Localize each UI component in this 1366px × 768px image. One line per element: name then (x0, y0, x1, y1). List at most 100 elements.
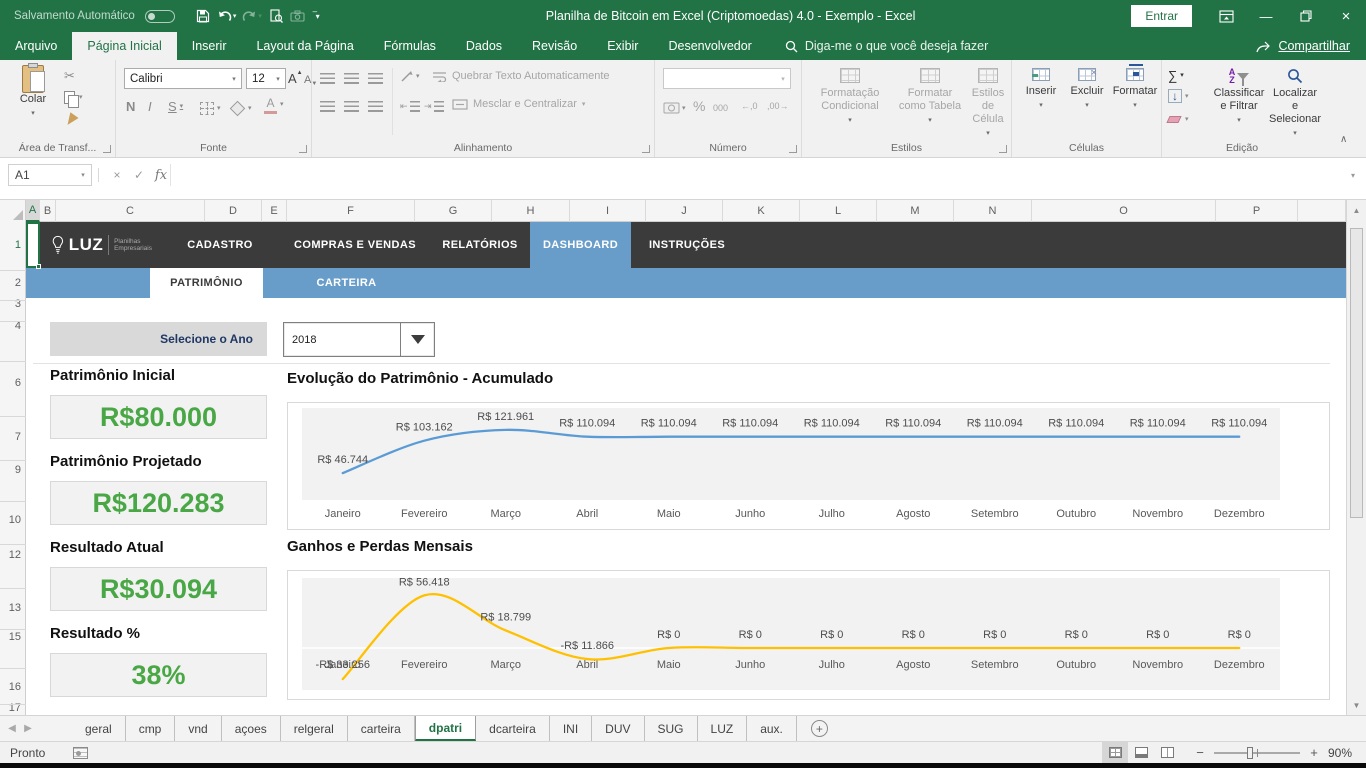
macro-record-icon[interactable] (73, 747, 88, 759)
ribbon-tab-arquivo[interactable]: Arquivo (0, 32, 72, 60)
column-header-J[interactable]: J (646, 200, 723, 222)
column-header-M[interactable]: M (877, 200, 954, 222)
sheet-tab-vnd[interactable]: vnd (175, 716, 221, 741)
sort-filter-button[interactable]: AZ Classificar e Filtrar▾ (1210, 68, 1268, 127)
sheet-tab-LUZ[interactable]: LUZ (698, 716, 748, 741)
align-right-button[interactable] (368, 96, 383, 116)
ribbon-tab-dados[interactable]: Dados (451, 32, 517, 60)
column-header-B[interactable]: B (40, 200, 56, 222)
cancel-icon[interactable]: × (106, 164, 128, 186)
nav-item-relatórios[interactable]: RELATÓRIOS (430, 222, 530, 268)
row-header-9[interactable]: 9 (15, 464, 21, 476)
name-box[interactable]: A1▾ (8, 164, 92, 186)
zoom-in-icon[interactable]: + (1308, 745, 1320, 760)
column-header-L[interactable]: L (800, 200, 877, 222)
sheet-nav-right-icon[interactable]: ▶ (20, 716, 36, 741)
decrease-indent-button[interactable]: ⇤ (400, 96, 420, 116)
sheet-tab-carteira[interactable]: carteira (348, 716, 415, 741)
row-header-6[interactable]: 6 (15, 377, 21, 389)
scroll-down-icon[interactable]: ▼ (1349, 697, 1364, 713)
year-dropdown[interactable]: 2018 (283, 322, 435, 357)
redo-icon[interactable]: ▾ (240, 4, 264, 28)
sheet-tab-SUG[interactable]: SUG (645, 716, 698, 741)
row-header-13[interactable]: 13 (9, 602, 21, 614)
vertical-scroll-thumb[interactable] (1350, 228, 1363, 518)
font-size-combo[interactable]: 12▾ (246, 68, 286, 89)
sheet-tab-INI[interactable]: INI (550, 716, 592, 741)
tell-me-search[interactable]: Diga-me o que você deseja fazer (785, 39, 988, 53)
enter-icon[interactable]: ✓ (128, 164, 150, 186)
format-painter-button[interactable] (66, 110, 76, 130)
column-header-A[interactable]: A (26, 200, 40, 222)
patrimonio-line-chart[interactable]: JaneiroFevereiroMarçoAbrilMaioJunhoJulho… (287, 402, 1330, 530)
font-dialog-launcher[interactable] (299, 145, 307, 153)
align-bottom-button[interactable] (368, 68, 383, 88)
autosave-toggle[interactable] (145, 10, 175, 23)
sheet-tab-cmp[interactable]: cmp (126, 716, 176, 741)
format-cells-button[interactable]: Formatar▾ (1112, 68, 1158, 112)
sheet-tab-relgeral[interactable]: relgeral (281, 716, 348, 741)
align-top-button[interactable] (320, 68, 335, 88)
ribbon-tab-exibir[interactable]: Exibir (592, 32, 653, 60)
column-header-P[interactable]: P (1216, 200, 1298, 222)
increase-decimal-button[interactable]: ←,0 (741, 96, 758, 116)
row-header-10[interactable]: 10 (9, 514, 21, 526)
sheet-nav-left-icon[interactable]: ◀ (4, 716, 20, 741)
fill-button[interactable]: ↓▾ (1168, 86, 1189, 106)
number-format-combo[interactable]: ▾ (663, 68, 791, 89)
fill-color-button[interactable]: ▾ (232, 98, 252, 118)
nav-item-compras-e-vendas[interactable]: COMPRAS E VENDAS (280, 222, 430, 268)
align-left-button[interactable] (320, 96, 335, 116)
nav-item-instruções[interactable]: INSTRUÇÕES (631, 222, 743, 268)
zoom-handle[interactable] (1247, 747, 1253, 759)
vertical-scrollbar[interactable]: ▲ ▼ (1346, 200, 1366, 715)
clear-button[interactable]: ▾ (1168, 109, 1189, 129)
column-header-C[interactable]: C (56, 200, 205, 222)
row-header-2[interactable]: 2 (15, 277, 21, 289)
number-dialog-launcher[interactable] (789, 145, 797, 153)
find-select-button[interactable]: Localizar e Selecionar▾ (1270, 68, 1320, 140)
sheet-tab-dpatri[interactable]: dpatri (415, 716, 476, 741)
ganhos-perdas-line-chart[interactable]: JaneiroFevereiroMarçoAbrilMaioJunhoJulho… (287, 570, 1330, 700)
select-all-corner[interactable] (0, 200, 26, 222)
view-page-break-button[interactable] (1154, 742, 1180, 763)
font-color-button[interactable]: A▾ (264, 94, 284, 114)
nav-item-dashboard[interactable]: DASHBOARD (530, 222, 631, 268)
print-preview-icon[interactable] (266, 4, 286, 28)
cell-styles-button[interactable]: Estilos de Célula▾ (966, 68, 1010, 140)
fx-icon[interactable]: fx (150, 164, 172, 186)
qat-customize-icon[interactable]: ▾– (310, 4, 330, 28)
camera-icon[interactable] (288, 4, 308, 28)
ribbon-tab-revisão[interactable]: Revisão (517, 32, 592, 60)
column-header-F[interactable]: F (287, 200, 415, 222)
zoom-out-icon[interactable]: − (1194, 745, 1206, 760)
accounting-format-button[interactable]: ▾ (663, 98, 686, 118)
share-button[interactable]: Compartilhar (1256, 39, 1366, 53)
ribbon-tab-layout-da-página[interactable]: Layout da Página (241, 32, 368, 60)
column-header-E[interactable]: E (262, 200, 287, 222)
new-sheet-button[interactable]: + (811, 720, 828, 737)
increase-indent-button[interactable]: ⇥ (424, 96, 444, 116)
column-header-N[interactable]: N (954, 200, 1032, 222)
undo-icon[interactable]: ▾ (215, 4, 239, 28)
nav-item-cadastro[interactable]: CADASTRO (160, 222, 280, 268)
styles-dialog-launcher[interactable] (999, 145, 1007, 153)
column-header-K[interactable]: K (723, 200, 800, 222)
sheet-tab-aux[interactable]: aux. (747, 716, 797, 741)
sheet-tab-dcarteira[interactable]: dcarteira (476, 716, 550, 741)
alignment-dialog-launcher[interactable] (642, 145, 650, 153)
insert-cells-button[interactable]: Inserir▾ (1020, 68, 1062, 112)
row-header-1[interactable]: 1 (15, 239, 21, 251)
wrap-text-button[interactable]: Quebrar Texto Automaticamente (432, 70, 610, 82)
comma-style-button[interactable]: 000 (713, 98, 728, 118)
delete-cells-button[interactable]: × Excluir▾ (1066, 68, 1108, 112)
font-name-combo[interactable]: Calibri▾ (124, 68, 242, 89)
selected-cell-a1[interactable] (26, 222, 40, 268)
ribbon-tab-inserir[interactable]: Inserir (177, 32, 242, 60)
grow-font-button[interactable]: A▲ (288, 68, 303, 88)
format-as-table-button[interactable]: Formatar como Tabela▾ (894, 68, 966, 127)
row-header-12[interactable]: 12 (9, 549, 21, 561)
expand-formula-bar-icon[interactable]: ▾ (1342, 164, 1364, 186)
column-header-H[interactable]: H (492, 200, 570, 222)
sheet-tab-geral[interactable]: geral (72, 716, 126, 741)
